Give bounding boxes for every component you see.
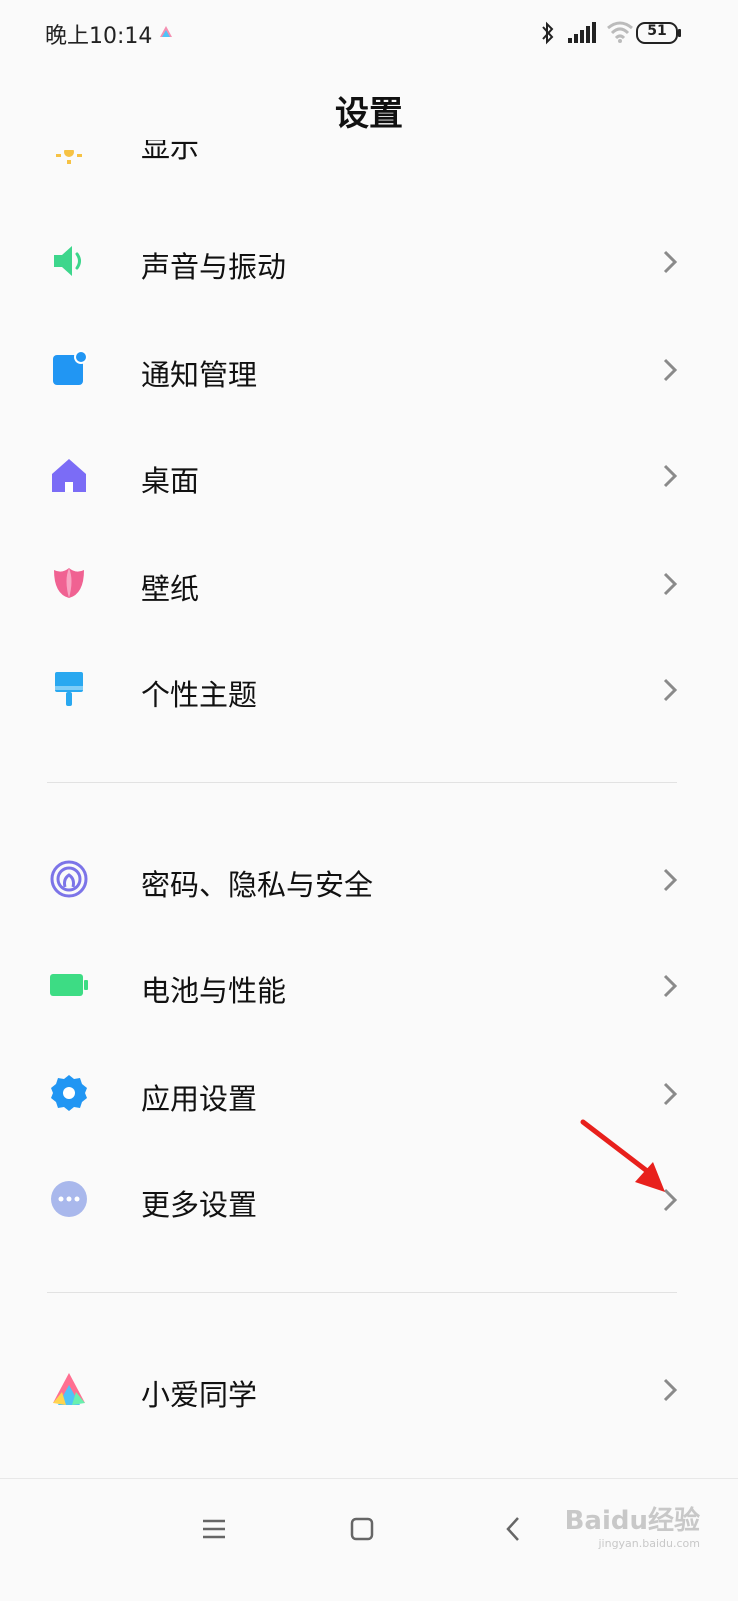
watermark-brand: Baidu经验 — [564, 1506, 700, 1536]
xiaoai-icon — [53, 1373, 85, 1405]
settings-item-privacy-security[interactable]: 密码、隐私与安全 — [0, 824, 738, 932]
chevron-right-icon — [663, 974, 678, 998]
status-bar: 晚上10:14 51 — [0, 0, 738, 68]
chevron-right-icon — [663, 678, 678, 702]
chevron-right-icon — [663, 250, 678, 274]
settings-item-label: 个性主题 — [141, 678, 258, 712]
status-time: 晚上10:14 — [45, 24, 153, 49]
section-divider — [47, 1292, 677, 1293]
battery-level: 51 — [647, 23, 667, 39]
settings-item-label: 声音与振动 — [141, 250, 287, 284]
chevron-right-icon — [663, 1082, 678, 1106]
settings-item-xiaoai[interactable]: 小爱同学 — [0, 1334, 738, 1442]
chevron-right-icon — [663, 1378, 678, 1402]
back-icon[interactable] — [494, 1509, 534, 1549]
home-icon — [52, 459, 86, 492]
annotation-arrow-icon — [580, 1119, 665, 1192]
wifi-icon — [607, 21, 633, 43]
settings-item-label: 通知管理 — [141, 358, 258, 392]
settings-item-label: 电池与性能 — [141, 974, 287, 1008]
brush-icon — [55, 672, 83, 706]
settings-item-label: 应用设置 — [141, 1082, 258, 1116]
sun-icon — [56, 150, 82, 164]
settings-item-label: 桌面 — [141, 464, 200, 498]
bluetooth-icon — [542, 21, 554, 45]
settings-item-label: 密码、隐私与安全 — [141, 868, 374, 902]
chevron-right-icon — [663, 358, 678, 382]
page-title: 设置 — [335, 94, 403, 134]
battery-indicator: 51 — [636, 22, 681, 44]
settings-item-label: 显示 — [141, 140, 200, 164]
settings-item-label: 壁纸 — [141, 572, 200, 606]
speaker-icon — [54, 246, 81, 276]
notification-icon — [53, 350, 88, 385]
watermark: Baidu经验 jingyan.baidu.com — [565, 1500, 700, 1550]
menu-icon[interactable] — [194, 1509, 234, 1549]
chevron-right-icon — [663, 572, 678, 596]
settings-item-home-screen[interactable]: 桌面 — [0, 420, 738, 528]
battery-icon — [50, 974, 88, 996]
settings-item-sound[interactable]: 声音与振动 — [0, 206, 738, 314]
fingerprint-icon — [50, 860, 88, 898]
home-button-icon[interactable] — [342, 1509, 382, 1549]
section-divider — [47, 782, 677, 783]
signal-icon — [568, 22, 596, 43]
settings-item-label: 更多设置 — [141, 1188, 258, 1222]
settings-item-themes[interactable]: 个性主题 — [0, 634, 738, 742]
chevron-right-icon — [663, 464, 678, 488]
watermark-url: jingyan.baidu.com — [598, 1537, 700, 1550]
settings-item-battery[interactable]: 电池与性能 — [0, 930, 738, 1038]
tulip-icon — [54, 568, 84, 598]
more-icon — [51, 1181, 87, 1217]
settings-item-notifications[interactable]: 通知管理 — [0, 314, 738, 422]
settings-item-display-partial[interactable]: 显示 — [0, 140, 738, 174]
chevron-right-icon — [663, 868, 678, 892]
xiaoai-status-icon — [160, 26, 172, 37]
settings-item-label: 小爱同学 — [141, 1378, 258, 1412]
gear-icon — [51, 1075, 87, 1111]
settings-item-wallpaper[interactable]: 壁纸 — [0, 528, 738, 636]
